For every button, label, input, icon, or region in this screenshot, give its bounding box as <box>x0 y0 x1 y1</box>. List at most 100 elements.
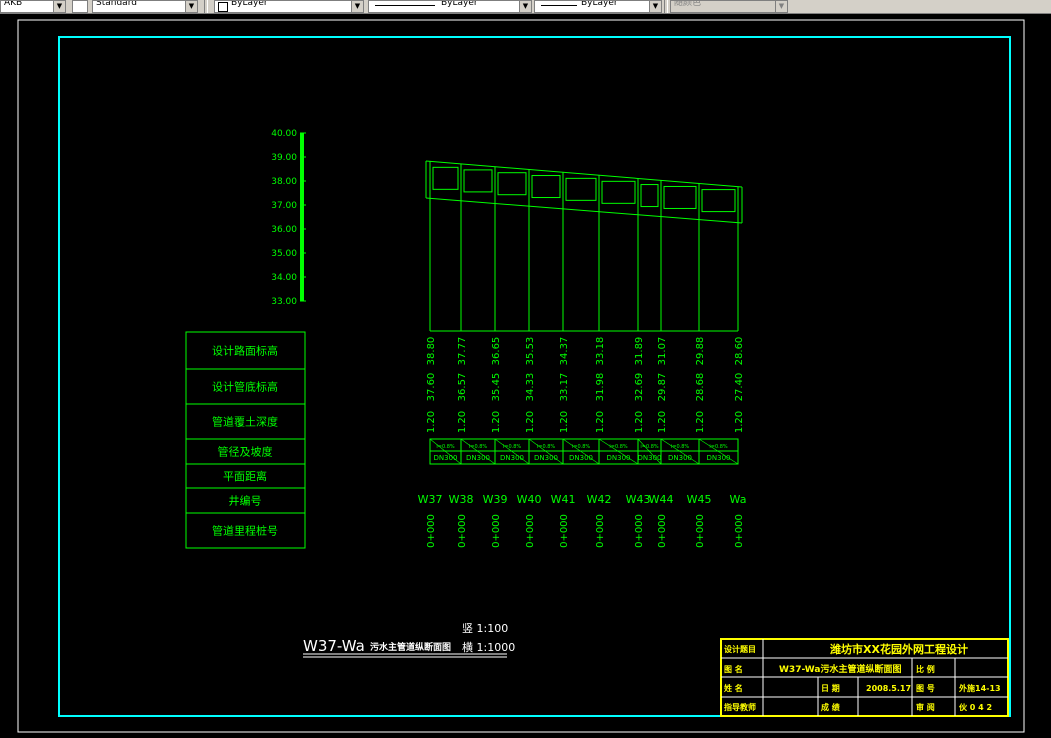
surface-elevation: 36.65 <box>491 337 502 366</box>
pipe-dn: DN300 <box>607 454 631 462</box>
scale-label: 38.00 <box>271 177 297 187</box>
pipe-segment <box>601 180 636 204</box>
tb-project: 潍坊市XX花园外网工程设计 <box>830 642 968 656</box>
pipe-elevation: 33.17 <box>559 373 570 402</box>
cover-depth: 1.20 <box>634 411 645 433</box>
row-label: 管道里程桩号 <box>212 524 278 538</box>
well-id: Wa <box>730 493 747 506</box>
drawing-canvas[interactable]: 40.00 39.00 38.00 37.00 36.00 35.00 34.00 33.00… <box>0 14 1051 734</box>
well-id: W44 <box>649 493 674 506</box>
profile-data-rows: 38.80 37.60 1.20 0+000 W37 37.77 36.57 1.20 0+00… <box>418 337 747 548</box>
scale-label: 34.00 <box>271 273 297 283</box>
text-style-combo[interactable]: Standard ▼ <box>92 0 198 13</box>
linetype-combo[interactable]: ByLayer ▼ <box>368 0 532 13</box>
scale-label: 39.00 <box>271 153 297 163</box>
style-combo-value: AKB <box>4 0 23 8</box>
well-id: W43 <box>626 493 651 506</box>
tb-scale-label: 比 例 <box>916 664 935 674</box>
pipe-dn: DN300 <box>707 454 731 462</box>
row-label: 井编号 <box>229 494 262 508</box>
pipe-segment <box>531 175 561 199</box>
surface-elevation: 35.53 <box>525 337 536 366</box>
properties-toolbar: AKB ▼ Standard ▼ ByLayer ▼ ByLayer ▼ ByL… <box>0 0 1051 14</box>
cover-depth: 1.20 <box>695 411 706 433</box>
pipe-dn: DN300 <box>668 454 692 462</box>
pipe-segment <box>663 185 697 209</box>
sheet-outer-frame <box>17 19 1025 733</box>
well-id: W40 <box>517 493 542 506</box>
pipe-segment <box>701 189 736 213</box>
station: 0+000 <box>595 514 606 548</box>
pipe-segment <box>463 169 493 193</box>
row-label: 管径及坡度 <box>218 445 273 459</box>
pipe-segment <box>565 177 597 201</box>
tb-drawing-no-label: 图 号 <box>916 684 935 693</box>
lineweight-value: ByLayer <box>581 0 618 8</box>
pipe-slope: i=0.8% <box>709 444 728 450</box>
toolbar-separator <box>664 0 668 13</box>
station: 0+000 <box>457 514 468 548</box>
chevron-down-icon[interactable]: ▼ <box>775 1 787 12</box>
surface-elevation: 31.07 <box>657 337 668 366</box>
tb-author-label: 姓 名 <box>723 683 743 693</box>
scale-bar <box>300 133 304 301</box>
toolbar-separator <box>204 0 208 13</box>
pipe-dn: DN300 <box>500 454 524 462</box>
pipe-elevation: 29.87 <box>657 373 668 402</box>
chevron-down-icon[interactable]: ▼ <box>519 1 531 12</box>
pipe-segment <box>640 184 659 208</box>
drawing-svg: 40.00 39.00 38.00 37.00 36.00 35.00 34.00 33.00… <box>17 19 1025 733</box>
pipe-elevation: 32.69 <box>634 373 645 402</box>
drawing-title: W37-Wa 污水主管道纵断面图 竖 1:100 横 1:1000 <box>303 622 515 658</box>
scale-vertical: 横 1:1000 <box>462 640 515 654</box>
well-id: W45 <box>687 493 712 506</box>
well-id: W38 <box>449 493 474 506</box>
pipe-dn: DN300 <box>466 454 490 462</box>
pipe-dn: DN300 <box>638 454 662 462</box>
pipe-elevation: 27.40 <box>734 373 745 402</box>
tb-review: 伙 0 4 2 <box>959 702 992 712</box>
row-label: 设计路面标高 <box>212 344 278 358</box>
pipe-slope: i=0.8% <box>469 444 488 450</box>
pipe-slope: i=0.8% <box>609 444 628 450</box>
chevron-down-icon[interactable]: ▼ <box>649 1 661 12</box>
well-id: W42 <box>587 493 612 506</box>
surface-elevation: 29.88 <box>695 337 706 366</box>
station: 0+000 <box>426 514 437 548</box>
tb-grade-label: 成 绩 <box>821 702 840 712</box>
label-table-frame <box>185 331 306 549</box>
station: 0+000 <box>525 514 536 548</box>
chevron-down-icon[interactable]: ▼ <box>53 1 65 12</box>
chevron-down-icon[interactable]: ▼ <box>185 1 197 12</box>
scale-label: 36.00 <box>271 225 297 235</box>
cover-depth: 1.20 <box>657 411 668 433</box>
pipe-elevation: 35.45 <box>491 373 502 402</box>
pipe-slope: i=0.8% <box>572 444 591 450</box>
tb-project-label: 设计题目 <box>724 644 756 654</box>
ground-line <box>425 160 743 188</box>
well-id: W37 <box>418 493 443 506</box>
surface-elevation: 31.89 <box>634 337 645 366</box>
pipe-elevation: 36.57 <box>457 373 468 402</box>
pipe-slope: i=0.8% <box>671 444 690 450</box>
tb-advisor-label: 指导教师 <box>724 702 756 712</box>
pipe-elevation: 34.33 <box>525 373 536 402</box>
plotstyle-combo[interactable]: 随颜色 ▼ <box>670 0 788 13</box>
station: 0+000 <box>491 514 502 548</box>
tb-drawing-no: 外施14-13 <box>959 683 1001 693</box>
surface-elevation: 38.80 <box>426 337 437 366</box>
style-combo[interactable]: AKB ▼ <box>0 0 66 13</box>
text-style-icon[interactable] <box>72 0 88 13</box>
tb-date: 2008.5.17 <box>866 684 911 693</box>
well-id: W39 <box>483 493 508 506</box>
color-combo[interactable]: ByLayer ▼ <box>214 0 364 13</box>
linetype-preview <box>375 5 435 6</box>
pipe-dn: DN300 <box>534 454 558 462</box>
pipe-segment <box>497 172 527 196</box>
pipe-elevation: 28.68 <box>695 373 706 402</box>
cover-depth: 1.20 <box>426 411 437 433</box>
lineweight-combo[interactable]: ByLayer ▼ <box>534 0 662 13</box>
scale-label: 37.00 <box>271 201 297 211</box>
chevron-down-icon[interactable]: ▼ <box>351 1 363 12</box>
linetype-value: ByLayer <box>441 0 478 8</box>
